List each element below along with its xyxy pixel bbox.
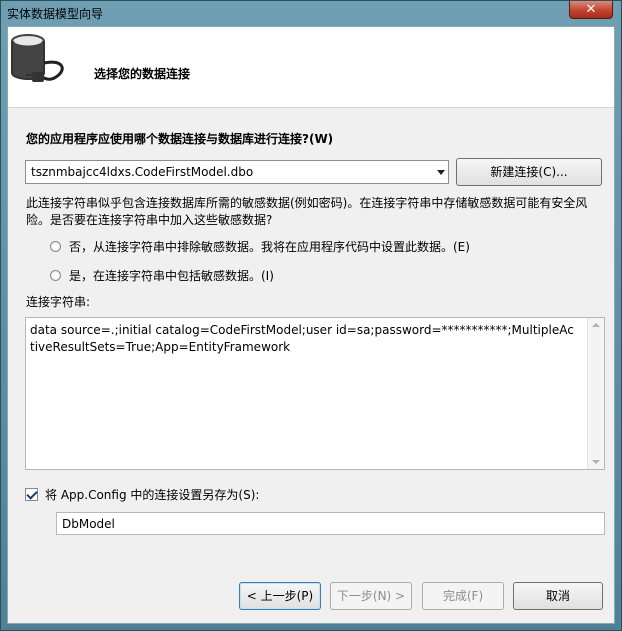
scroll-up-icon[interactable] bbox=[592, 323, 600, 327]
next-button[interactable]: 下一步(N) > bbox=[330, 582, 412, 610]
scroll-down-icon[interactable] bbox=[592, 460, 600, 464]
connection-select[interactable]: tsznmbajcc4ldxs.CodeFirstModel.dbo bbox=[25, 160, 449, 184]
finish-button[interactable]: 完成(F) bbox=[422, 582, 504, 610]
connection-string-value: data source=.;initial catalog=CodeFirstM… bbox=[30, 323, 574, 354]
close-button[interactable]: ✕ bbox=[569, 1, 613, 19]
chevron-down-icon[interactable] bbox=[437, 170, 445, 175]
wizard-body: 选择您的数据连接 您的应用程序应使用哪个数据连接与数据库进行连接?(W) tsz… bbox=[7, 26, 615, 624]
title-bar: 实体数据模型向导 ✕ bbox=[1, 1, 621, 25]
sensitive-data-description: 此连接字符串似乎包含连接数据库所需的敏感数据(例如密码)。在连接字符串中存储敏感… bbox=[26, 196, 588, 227]
radio-include-label: 是，在连接字符串中包括敏感数据。(I) bbox=[69, 269, 274, 283]
model-name-value: DbModel bbox=[62, 517, 115, 531]
connection-question-label: 您的应用程序应使用哪个数据连接与数据库进行连接?(W) bbox=[26, 132, 334, 146]
save-settings-label: 将 App.Config 中的连接设置另存为(S): bbox=[45, 488, 260, 502]
save-settings-checkbox[interactable] bbox=[25, 488, 38, 501]
radio-exclude-label: 否，从连接字符串中排除敏感数据。我将在应用程序代码中设置此数据。(E) bbox=[69, 240, 470, 254]
connection-string-textarea[interactable]: data source=.;initial catalog=CodeFirstM… bbox=[25, 317, 605, 470]
model-name-field[interactable]: DbModel bbox=[56, 512, 605, 535]
window-title: 实体数据模型向导 bbox=[7, 7, 104, 21]
database-plug-icon bbox=[11, 34, 64, 82]
radio-exclude[interactable] bbox=[50, 241, 61, 252]
radio-include[interactable] bbox=[50, 270, 61, 281]
new-connection-button[interactable]: 新建连接(C)... bbox=[456, 158, 602, 186]
connection-select-value: tsznmbajcc4ldxs.CodeFirstModel.dbo bbox=[31, 165, 254, 179]
cancel-button[interactable]: 取消 bbox=[513, 582, 603, 610]
radio-exclude-option[interactable]: 否，从连接字符串中排除敏感数据。我将在应用程序代码中设置此数据。(E) bbox=[50, 238, 470, 255]
save-settings-option[interactable]: 将 App.Config 中的连接设置另存为(S): bbox=[25, 486, 259, 503]
connection-string-label: 连接字符串: bbox=[26, 295, 91, 309]
radio-include-option[interactable]: 是，在连接字符串中包括敏感数据。(I) bbox=[50, 267, 274, 284]
wizard-window: 实体数据模型向导 ✕ 选择您的数据连接 您的应用程序应使用哪个数据连接与数据库进… bbox=[0, 0, 622, 631]
vertical-scrollbar[interactable] bbox=[587, 318, 604, 469]
back-button[interactable]: < 上一步(P) bbox=[239, 582, 321, 610]
wizard-header: 选择您的数据连接 bbox=[8, 27, 614, 108]
page-title: 选择您的数据连接 bbox=[94, 67, 191, 81]
close-icon: ✕ bbox=[585, 2, 597, 17]
